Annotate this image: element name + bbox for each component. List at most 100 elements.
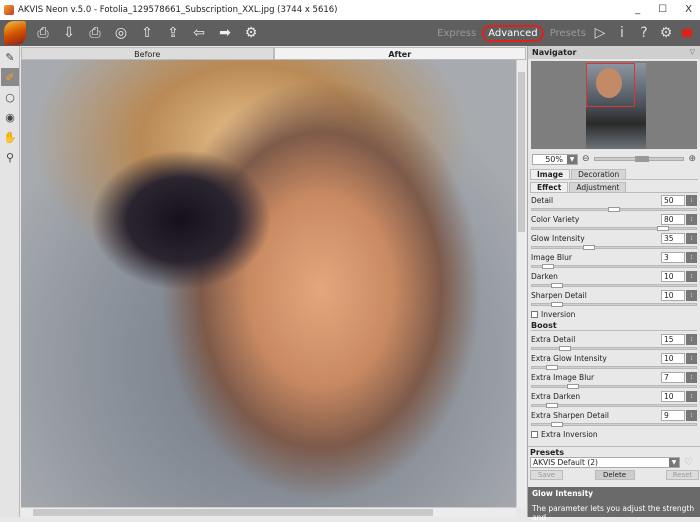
image-blur-spinner[interactable]: ⁝ [686,252,697,263]
extra-detail-slider-thumb[interactable] [558,346,571,351]
zoom-slider[interactable] [593,156,685,162]
detail-spinner[interactable]: ⁝ [686,195,697,206]
extra-image-blur-slider[interactable] [531,384,697,389]
view-tabs: Before After [21,47,526,60]
presets-mode-button[interactable]: Presets [550,28,586,39]
advanced-mode-button[interactable]: Advanced [482,24,544,42]
extra-inversion-label: Extra Inversion [541,429,598,439]
preset-select[interactable]: AKVIS Default (2) ▼ [530,457,680,468]
save-preset-button[interactable]: Save [530,470,563,480]
zoom-value: 50% [545,154,563,164]
eraser-icon[interactable]: ○ [1,88,19,106]
extra-sharpen-detail-slider-thumb[interactable] [550,422,563,427]
extra-detail-slider[interactable] [531,346,697,351]
param-color-variety: Color Variety 80 ⁝ [531,213,697,232]
glow-intensity-input[interactable]: 35 [661,233,685,244]
export-icon[interactable]: ⇪ [164,24,182,42]
extra-glow-intensity-slider-thumb[interactable] [545,365,558,370]
darken-input[interactable]: 10 [661,271,685,282]
view-rectangle[interactable] [586,63,635,107]
settings-gear-icon[interactable]: ⚙ [658,25,674,41]
navigator-preview[interactable] [531,61,697,149]
image-blur-slider[interactable] [531,264,697,269]
darken-slider-thumb[interactable] [550,283,563,288]
darken-spinner[interactable]: ⁝ [686,271,697,282]
help-title: Glow Intensity [532,489,594,498]
glow-intensity-slider[interactable] [531,245,697,250]
hand-icon[interactable]: ✋ [1,128,19,146]
tab-after[interactable]: After [273,47,526,60]
stroke-tool-icon[interactable]: ✎ [1,48,19,66]
minimize-button[interactable]: _ [635,4,640,15]
extra-image-blur-slider-thumb[interactable] [567,384,579,389]
history-brush-icon[interactable]: ◉ [1,108,19,126]
collapse-icon[interactable]: ▽ [690,46,695,59]
extra-detail-spinner[interactable]: ⁝ [686,334,697,345]
extra-inversion-checkbox[interactable]: Extra Inversion [531,428,697,440]
extra-sharpen-detail-input[interactable]: 9 [661,410,685,421]
share-icon[interactable]: ◎ [112,24,130,42]
detail-input[interactable]: 50 [661,195,685,206]
close-button[interactable]: X [685,4,692,15]
extra-glow-intensity-label: Extra Glow Intensity [531,354,607,363]
detail-slider-thumb[interactable] [608,207,620,212]
maximize-button[interactable]: ☐ [658,4,667,15]
color-variety-spinner[interactable]: ⁝ [686,214,697,225]
darken-slider[interactable] [531,283,697,288]
favorite-heart-icon[interactable]: ♡ [684,457,693,468]
color-variety-slider-thumb[interactable] [657,226,670,231]
extra-darken-slider-thumb[interactable] [545,403,558,408]
forward-icon[interactable]: ➡ [216,24,234,42]
sharpen-detail-slider[interactable] [531,302,697,307]
extra-glow-intensity-input[interactable]: 10 [661,353,685,364]
extra-sharpen-detail-spinner[interactable]: ⁝ [686,410,697,421]
detail-slider[interactable] [531,207,697,212]
extra-sharpen-detail-slider[interactable] [531,422,697,427]
zoom-select[interactable]: 50% ▼ [532,153,578,165]
image-blur-slider-thumb[interactable] [542,264,555,269]
color-variety-input[interactable]: 80 [661,214,685,225]
info-icon[interactable]: i [614,25,630,41]
sharpen-detail-input[interactable]: 10 [661,290,685,301]
color-variety-slider[interactable] [531,226,697,231]
zoom-in-icon[interactable]: ⊕ [688,154,696,164]
extra-darken-input[interactable]: 10 [661,391,685,402]
extra-glow-intensity-spinner[interactable]: ⁝ [686,353,697,364]
save-icon[interactable]: ⇩ [60,24,78,42]
horizontal-scrollbar[interactable] [21,507,516,517]
sharpen-detail-spinner[interactable]: ⁝ [686,290,697,301]
import-icon[interactable]: ⇧ [138,24,156,42]
batch-gear-icon[interactable]: ⚙ [242,24,260,42]
image-canvas[interactable] [21,60,516,507]
zoom-icon[interactable]: ⚲ [1,148,19,166]
tab-effect[interactable]: Effect [530,182,569,192]
tab-image[interactable]: Image [530,169,571,179]
zoom-out-icon[interactable]: ⊖ [582,154,590,164]
extra-image-blur-input[interactable]: 7 [661,372,685,383]
glow-intensity-slider-thumb[interactable] [583,245,596,250]
extra-darken-spinner[interactable]: ⁝ [686,391,697,402]
tab-adjustment[interactable]: Adjustment [569,182,627,192]
tab-before[interactable]: Before [21,47,274,60]
express-mode-button[interactable]: Express [437,28,476,39]
extra-darken-slider[interactable] [531,403,697,408]
tab-decoration[interactable]: Decoration [571,169,627,179]
image-blur-input[interactable]: 3 [661,252,685,263]
run-icon[interactable]: ▷ [592,25,608,41]
inversion-checkbox[interactable]: Inversion [531,308,697,320]
help-icon[interactable]: ? [636,25,652,41]
back-icon[interactable]: ⇦ [190,24,208,42]
print-icon[interactable]: ⎙ [86,24,104,42]
notification-icon[interactable] [682,29,692,37]
open-icon[interactable]: ⎙ [34,24,52,42]
reset-preset-button[interactable]: Reset [666,470,699,480]
delete-preset-button[interactable]: Delete [594,470,635,480]
extra-image-blur-spinner[interactable]: ⁝ [686,372,697,383]
neon-brush-icon[interactable]: ✐ [1,68,19,86]
glow-intensity-spinner[interactable]: ⁝ [686,233,697,244]
vertical-scrollbar[interactable] [516,60,526,507]
extra-detail-input[interactable]: 15 [661,334,685,345]
param-extra-sharpen-detail: Extra Sharpen Detail 9 ⁝ [531,409,697,428]
sharpen-detail-slider-thumb[interactable] [550,302,563,307]
extra-glow-intensity-slider[interactable] [531,365,697,370]
